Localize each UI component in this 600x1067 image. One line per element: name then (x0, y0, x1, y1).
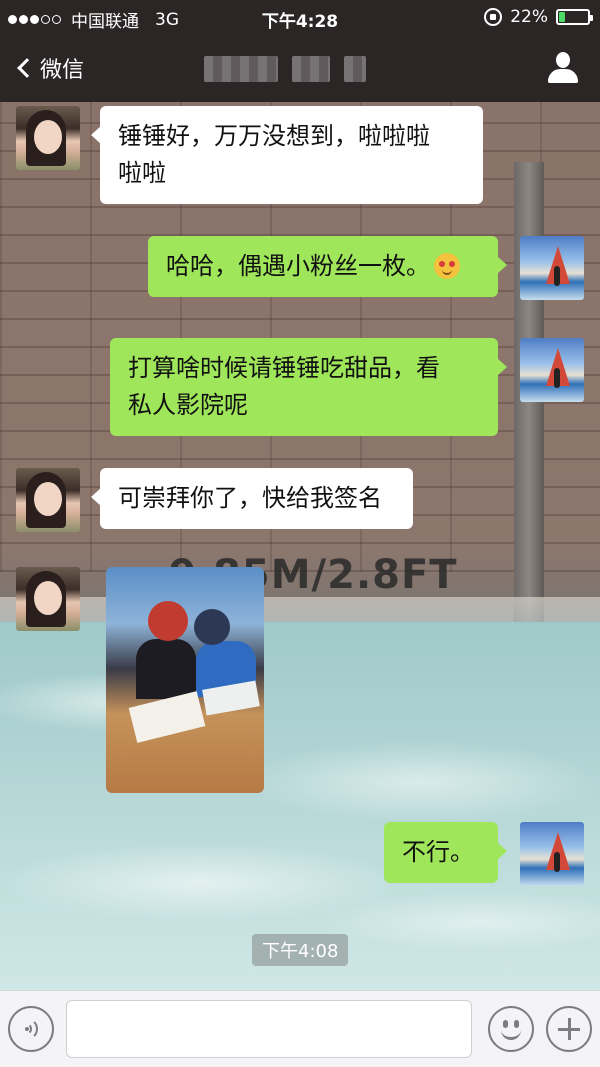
status-right: 22% (484, 7, 593, 27)
message-text: 私人影院呢 (128, 391, 248, 419)
pixelated-block (204, 56, 278, 82)
avatar-face (34, 482, 62, 516)
chevron-left-icon (17, 58, 37, 78)
battery-percent: 22% (510, 7, 548, 27)
chat-title-pixelated (204, 56, 394, 82)
message-input[interactable] (66, 1000, 472, 1058)
back-label: 微信 (40, 58, 85, 83)
more-options-button[interactable] (546, 1006, 592, 1052)
contact-avatar[interactable] (16, 567, 80, 631)
nav-bar: 微信 (0, 34, 600, 102)
photo-person (136, 639, 196, 699)
chat-area[interactable]: 0.85M/2.8FT 锤锤好，万万没想到，啦啦啦 啦啦 哈哈，偶遇小粉丝一枚。… (0, 102, 600, 990)
grinning-heart-eyes-emoji-icon (434, 253, 460, 279)
my-avatar[interactable] (520, 338, 584, 402)
message-timestamp: 下午4:08 (252, 934, 349, 966)
message-bubble-outgoing[interactable]: 打算啥时候请锤锤吃甜品，看 私人影院呢 (110, 338, 507, 436)
my-avatar[interactable] (520, 822, 584, 886)
avatar-rider (554, 266, 560, 286)
message-bubble-outgoing[interactable]: 不行。 (384, 822, 507, 883)
status-bar: 中国联通 3G 下午4:28 22% (0, 0, 600, 34)
emoji-button[interactable] (488, 1006, 534, 1052)
rotation-lock-icon (484, 8, 503, 26)
contact-avatar[interactable] (16, 468, 80, 532)
message-text: 可崇拜你了，快给我签名 (118, 484, 382, 512)
user-icon-body (548, 69, 578, 83)
message-bubble-incoming[interactable]: 可崇拜你了，快给我签名 (91, 468, 413, 529)
avatar-face (34, 581, 62, 615)
back-button[interactable]: 微信 (14, 52, 84, 84)
message-text: 不行。 (402, 838, 474, 866)
message-text: 啦啦 (118, 159, 166, 187)
emoji-icon-mouth (501, 1030, 521, 1040)
avatar-rider (554, 852, 560, 872)
voice-icon-dot (25, 1027, 29, 1031)
pixelated-block (292, 56, 330, 82)
voice-button[interactable] (8, 1006, 54, 1052)
battery-icon (556, 9, 593, 25)
avatar-face (34, 120, 62, 154)
pixelated-block (344, 56, 366, 82)
message-text: 打算啥时候请锤锤吃甜品，看 (128, 354, 440, 382)
message-text: 锤锤好，万万没想到，啦啦啦 (118, 122, 430, 150)
input-bar (0, 990, 600, 1067)
my-avatar[interactable] (520, 236, 584, 300)
photo-message[interactable] (106, 567, 264, 793)
emoji-icon (503, 1020, 508, 1028)
contact-avatar[interactable] (16, 106, 80, 170)
message-bubble-incoming[interactable]: 锤锤好，万万没想到，啦啦啦 啦啦 (91, 106, 483, 204)
contact-info-button[interactable] (546, 52, 580, 84)
user-icon (556, 52, 570, 68)
message-bubble-outgoing[interactable]: 哈哈，偶遇小粉丝一枚。 (148, 236, 507, 297)
emoji-icon-eye (514, 1020, 519, 1028)
battery-fill (559, 12, 565, 22)
photo-head (194, 609, 230, 645)
message-text: 哈哈，偶遇小粉丝一枚。 (166, 252, 430, 280)
avatar-rider (554, 368, 560, 388)
photo-red-cap (148, 601, 188, 641)
